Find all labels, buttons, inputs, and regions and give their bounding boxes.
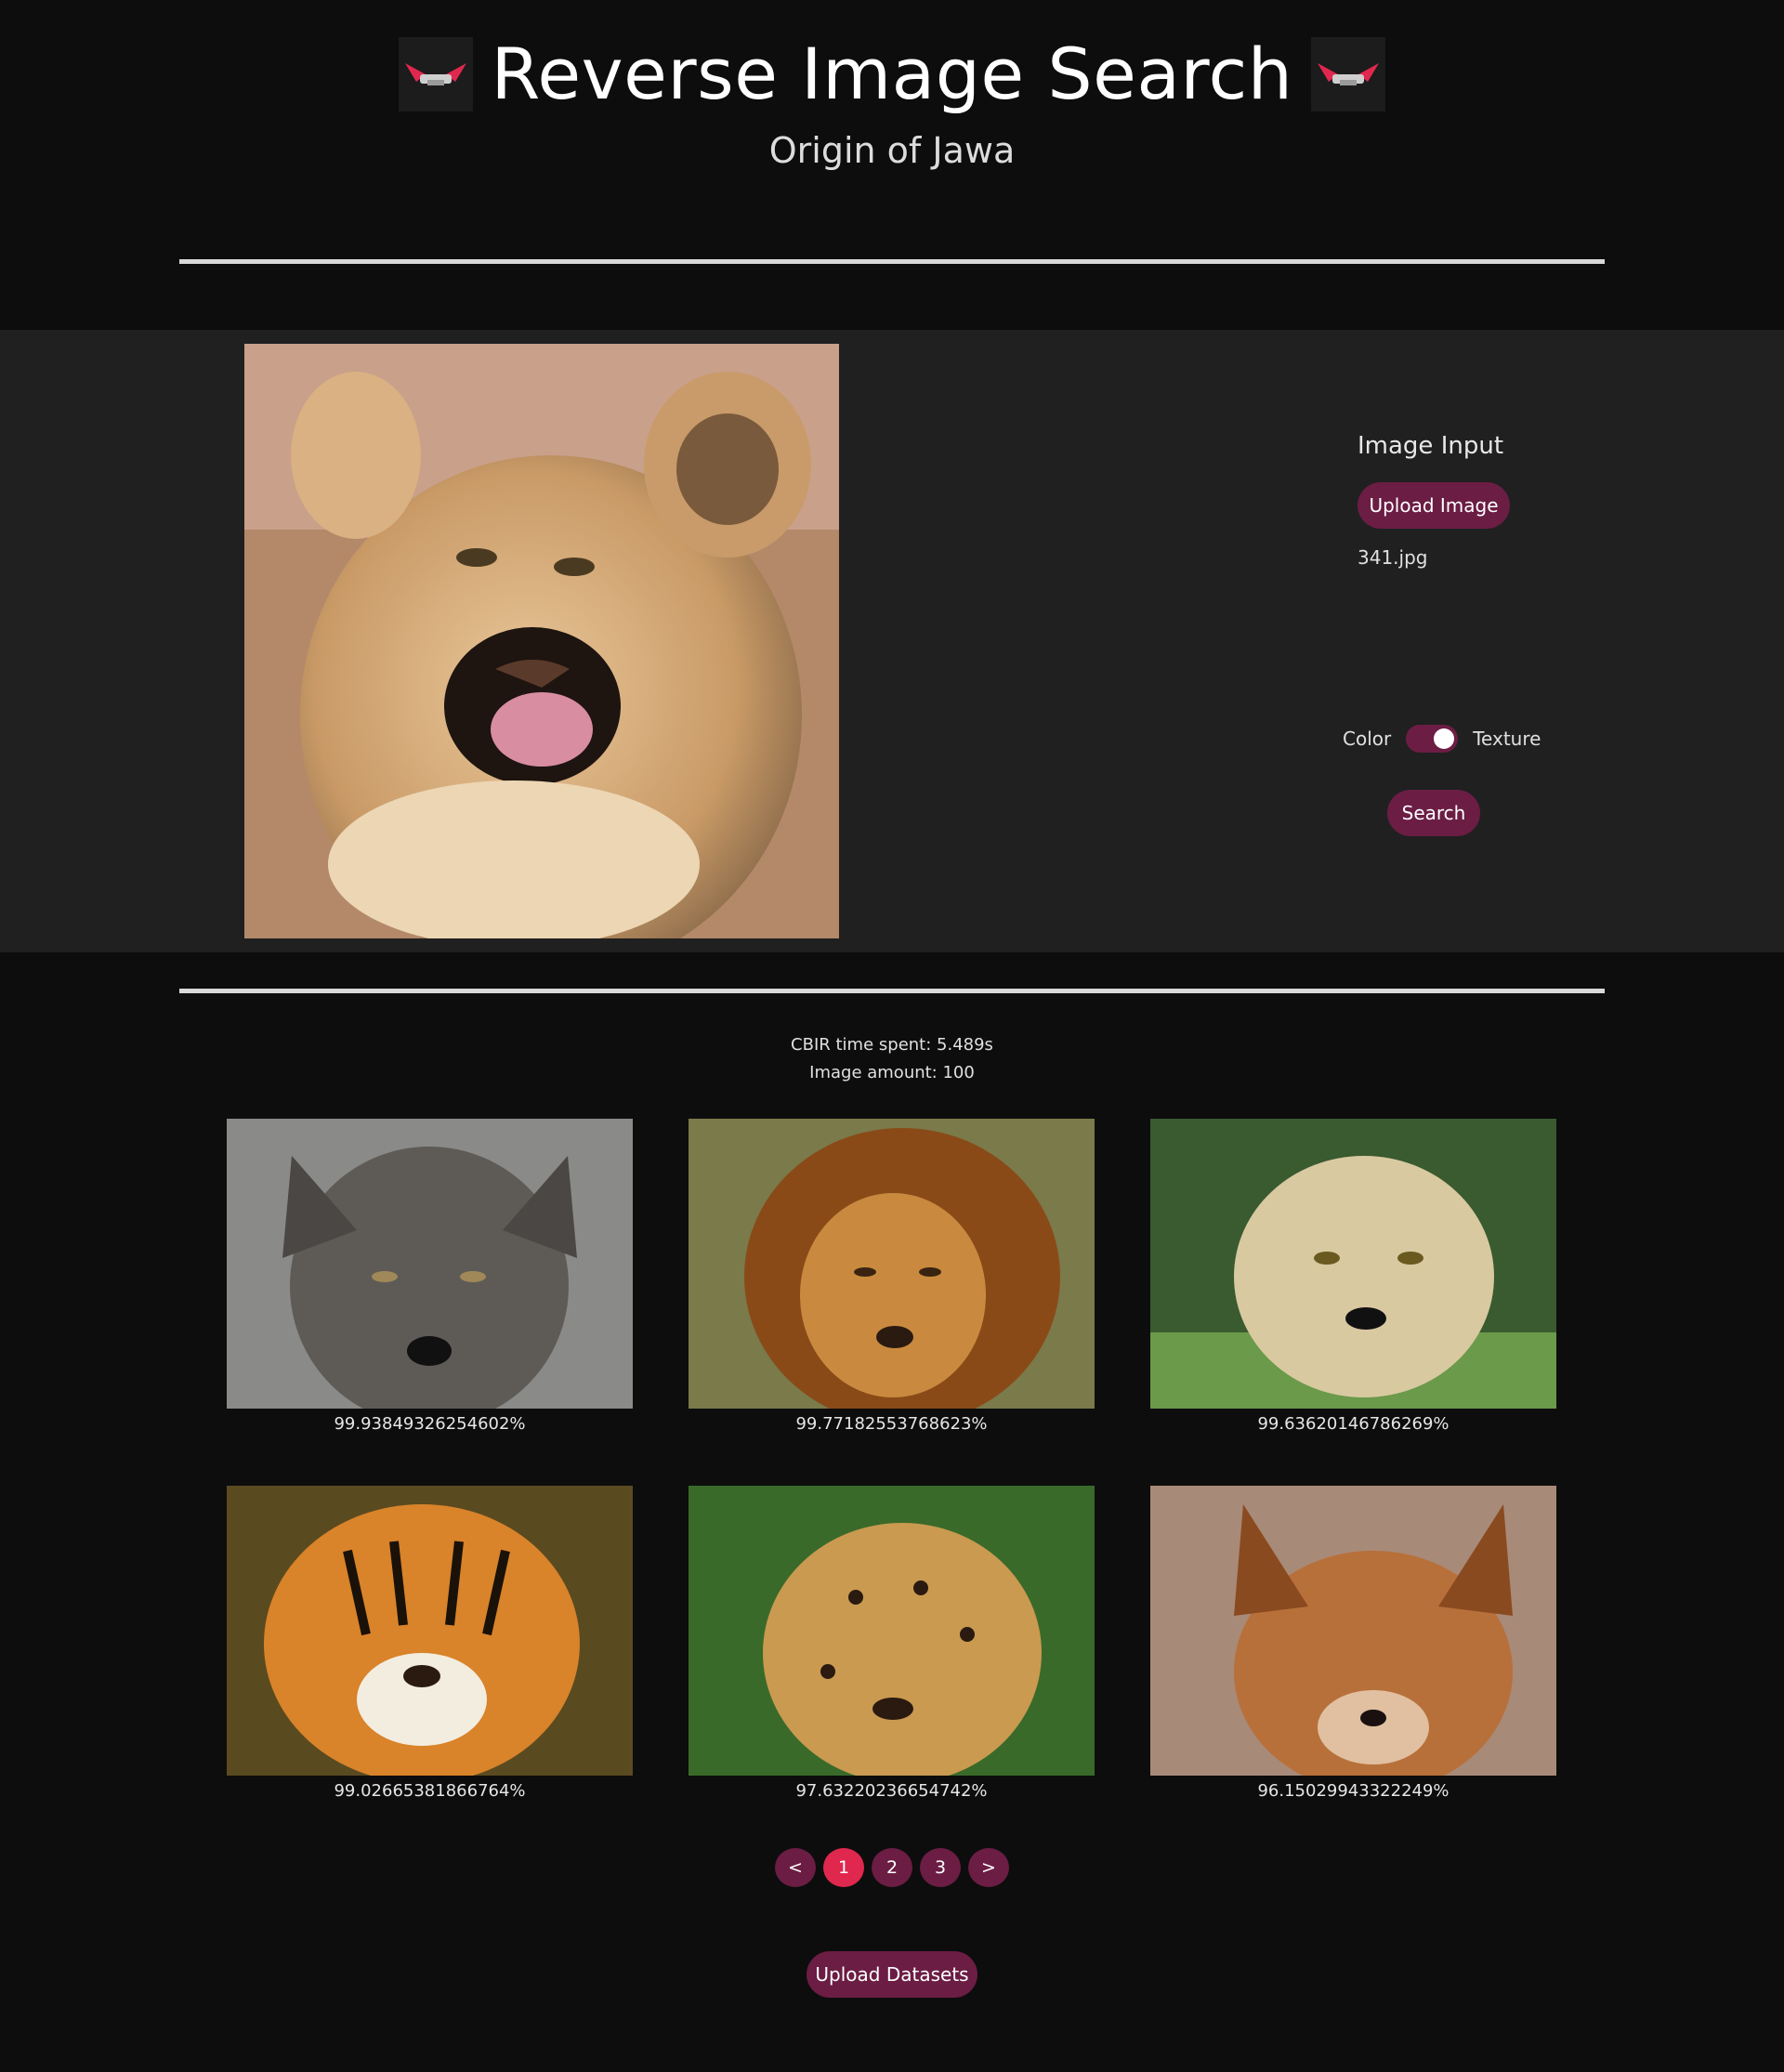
upload-datasets-button[interactable]: Upload Datasets (807, 1951, 977, 1998)
result-image-tiger[interactable] (227, 1486, 633, 1776)
similarity-score: 96.15029943322249% (1257, 1781, 1450, 1801)
toggle-knob (1434, 728, 1455, 749)
result-card[interactable]: 97.63220236654742% (689, 1486, 1095, 1801)
image-amount: Image amount: 100 (809, 1063, 975, 1082)
jawa-logo-icon (398, 37, 473, 111)
result-image-fox[interactable] (1150, 1486, 1556, 1776)
upload-image-button[interactable]: Upload Image (1358, 482, 1510, 529)
result-card[interactable]: 96.15029943322249% (1150, 1486, 1556, 1801)
page-button-1[interactable]: 1 (823, 1848, 864, 1887)
search-button[interactable]: Search (1387, 790, 1480, 836)
jawa-logo-icon (1311, 37, 1386, 111)
input-section: Image Input Upload Image 341.jpg Color T… (0, 330, 1784, 952)
similarity-score: 99.63620146786269% (1257, 1414, 1450, 1434)
header: Reverse Image Search Origin of Jawa (0, 0, 1784, 330)
similarity-score: 99.02665381866764% (334, 1781, 526, 1801)
page-button-3[interactable]: 3 (920, 1848, 961, 1887)
mode-toggle-row: Color Texture (1343, 725, 1541, 753)
result-card[interactable]: 99.93849326254602% (227, 1119, 633, 1434)
prev-page-button[interactable]: < (775, 1848, 816, 1887)
toggle-label-texture: Texture (1473, 728, 1541, 750)
similarity-score: 99.77182553768623% (795, 1414, 988, 1434)
page-subtitle: Origin of Jawa (768, 130, 1016, 171)
page-button-2[interactable]: 2 (872, 1848, 912, 1887)
divider (179, 259, 1605, 264)
query-image (244, 344, 839, 938)
divider (179, 989, 1605, 993)
result-card[interactable]: 99.63620146786269% (1150, 1119, 1556, 1434)
result-image-lion[interactable] (689, 1119, 1095, 1409)
next-page-button[interactable]: > (968, 1848, 1009, 1887)
page-title: Reverse Image Search (491, 33, 1293, 115)
color-texture-toggle[interactable] (1406, 725, 1459, 753)
title-row: Reverse Image Search (0, 28, 1784, 121)
cbir-time: CBIR time spent: 5.489s (791, 1035, 993, 1055)
selected-filename: 341.jpg (1358, 546, 1428, 569)
result-card[interactable]: 99.02665381866764% (227, 1486, 633, 1801)
result-card[interactable]: 99.77182553768623% (689, 1119, 1095, 1434)
toggle-label-color: Color (1343, 728, 1392, 750)
result-image-cheetah[interactable] (1150, 1119, 1556, 1409)
pagination: < 1 2 3 > (0, 1848, 1784, 1887)
similarity-score: 99.93849326254602% (334, 1414, 526, 1434)
results-grid: 99.93849326254602% 99.77182553768623% 99… (227, 1119, 1558, 1801)
similarity-score: 97.63220236654742% (795, 1781, 988, 1801)
result-image-wolf[interactable] (227, 1119, 633, 1409)
image-input-label: Image Input (1358, 432, 1504, 460)
result-image-jaguar[interactable] (689, 1486, 1095, 1776)
